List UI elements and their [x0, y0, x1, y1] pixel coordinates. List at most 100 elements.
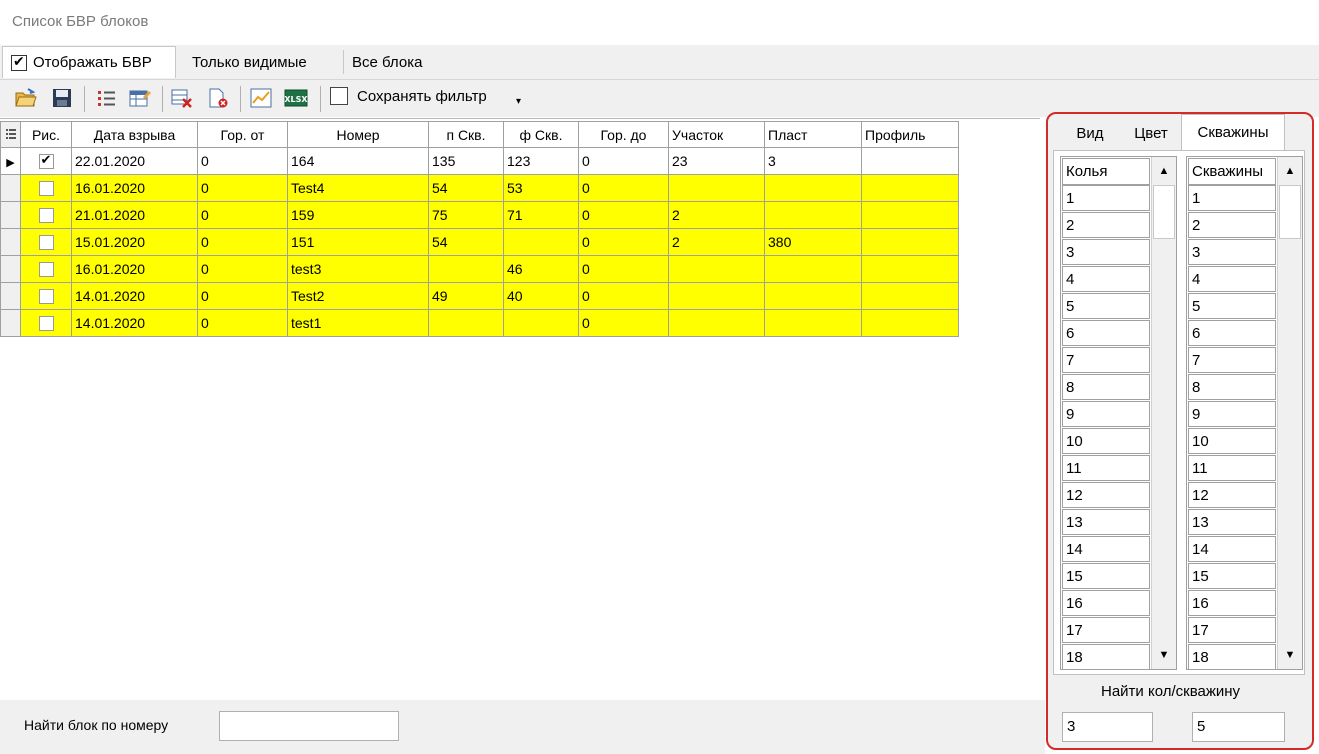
wells-list-item[interactable]: 10 [1188, 428, 1276, 454]
find-block-input[interactable] [219, 711, 399, 741]
cell-date[interactable]: 16.01.2020 [71, 174, 198, 202]
scroll-down-icon[interactable]: ▼ [1278, 642, 1302, 668]
cell-p-skv[interactable]: 49 [428, 282, 504, 310]
cell-number[interactable]: 151 [287, 228, 429, 256]
row-indicator[interactable] [0, 309, 21, 337]
cell-f-skv[interactable]: 71 [503, 201, 579, 229]
cell-profile[interactable] [861, 201, 959, 229]
kolya-list-item[interactable]: 10 [1062, 428, 1150, 454]
kolya-list-item[interactable]: 15 [1062, 563, 1150, 589]
cell-gor-from[interactable]: 0 [197, 228, 288, 256]
kolya-list-item[interactable]: 16 [1062, 590, 1150, 616]
kolya-scrollbar[interactable]: ▲ ▼ [1151, 157, 1176, 669]
cell-date[interactable]: 22.01.2020 [71, 147, 198, 175]
wells-list-item[interactable]: 14 [1188, 536, 1276, 562]
cell-date[interactable]: 14.01.2020 [71, 282, 198, 310]
cell-section[interactable] [668, 309, 765, 337]
wells-list-item[interactable]: 5 [1188, 293, 1276, 319]
open-folder-icon[interactable] [14, 86, 38, 110]
cell-plast[interactable]: 380 [764, 228, 862, 256]
cell-f-skv[interactable]: 53 [503, 174, 579, 202]
cell-date[interactable]: 21.01.2020 [71, 201, 198, 229]
column-header-date[interactable]: Дата взрыва [71, 121, 198, 148]
row-draw-checkbox-cell[interactable] [20, 201, 72, 229]
cell-gor-from[interactable]: 0 [197, 255, 288, 283]
cell-plast[interactable] [764, 255, 862, 283]
row-draw-checkbox-cell[interactable] [20, 174, 72, 202]
cell-profile[interactable] [861, 174, 959, 202]
cell-p-skv[interactable]: 54 [428, 174, 504, 202]
table-row[interactable]: 16.01.2020 0 test3 46 0 [0, 255, 959, 283]
cell-plast[interactable]: 3 [764, 147, 862, 175]
cell-plast[interactable] [764, 309, 862, 337]
column-header-section[interactable]: Участок [668, 121, 765, 148]
show-bvr-checkbox[interactable] [11, 53, 27, 71]
cell-profile[interactable] [861, 282, 959, 310]
save-filter-checkbox[interactable] [330, 87, 348, 105]
tab-view[interactable]: Вид [1060, 118, 1120, 148]
kolya-list[interactable]: Колья 1 2 3 4 5 6 7 8 9 10 11 12 13 14 15 16 17 18 ▲ ▼ [1060, 156, 1177, 670]
column-header-gor-from[interactable]: Гор. от [197, 121, 288, 148]
row-draw-checkbox-cell[interactable] [20, 228, 72, 256]
wells-list-item[interactable]: 3 [1188, 239, 1276, 265]
column-header-number[interactable]: Номер [287, 121, 429, 148]
table-row[interactable]: 21.01.2020 0 159 75 71 0 2 [0, 201, 959, 229]
column-header-f-skv[interactable]: ф Скв. [503, 121, 579, 148]
cell-gor-from[interactable]: 0 [197, 309, 288, 337]
wells-list-item[interactable]: 9 [1188, 401, 1276, 427]
cell-section[interactable]: 2 [668, 201, 765, 229]
tab-show-bvr[interactable]: Отображать БВР [2, 46, 176, 78]
tab-wells[interactable]: Скважины [1181, 114, 1285, 150]
kolya-list-item[interactable]: 3 [1062, 239, 1150, 265]
cell-gor-from[interactable]: 0 [197, 147, 288, 175]
find-kol-input[interactable]: 3 [1062, 712, 1153, 742]
cell-p-skv[interactable]: 135 [428, 147, 504, 175]
row-draw-checkbox-cell[interactable] [20, 255, 72, 283]
wells-list-item[interactable]: 12 [1188, 482, 1276, 508]
wells-list-item[interactable]: 17 [1188, 617, 1276, 643]
wells-list-item[interactable]: 7 [1188, 347, 1276, 373]
cell-p-skv[interactable] [428, 309, 504, 337]
cell-plast[interactable] [764, 174, 862, 202]
cell-section[interactable]: 2 [668, 228, 765, 256]
kolya-list-item[interactable]: 6 [1062, 320, 1150, 346]
row-indicator[interactable] [0, 282, 21, 310]
kolya-list-item[interactable]: 13 [1062, 509, 1150, 535]
row-indicator[interactable] [0, 255, 21, 283]
save-filter-toggle[interactable]: Сохранять фильтр [330, 87, 487, 105]
list-icon[interactable] [94, 86, 118, 110]
find-well-input[interactable]: 5 [1192, 712, 1285, 742]
cell-gor-to[interactable]: 0 [578, 201, 669, 229]
kolya-list-item[interactable]: 12 [1062, 482, 1150, 508]
wells-list-item[interactable]: 2 [1188, 212, 1276, 238]
row-draw-checkbox[interactable] [38, 262, 54, 278]
cell-profile[interactable] [861, 147, 959, 175]
column-header-gor-to[interactable]: Гор. до [578, 121, 669, 148]
kolya-list-item[interactable]: 17 [1062, 617, 1150, 643]
kolya-list-item[interactable]: 14 [1062, 536, 1150, 562]
cell-profile[interactable] [861, 228, 959, 256]
cell-profile[interactable] [861, 255, 959, 283]
kolya-list-item[interactable]: 11 [1062, 455, 1150, 481]
column-header-profile[interactable]: Профиль [861, 121, 959, 148]
cell-f-skv[interactable] [503, 309, 579, 337]
kolya-list-item[interactable]: 9 [1062, 401, 1150, 427]
cell-date[interactable]: 16.01.2020 [71, 255, 198, 283]
wells-list-item[interactable]: 18 [1188, 644, 1276, 669]
table-row[interactable]: 15.01.2020 0 151 54 0 2 380 [0, 228, 959, 256]
kolya-list-item[interactable]: 2 [1062, 212, 1150, 238]
row-indicator[interactable] [0, 174, 21, 202]
row-draw-checkbox[interactable] [38, 152, 54, 170]
scroll-down-icon[interactable]: ▼ [1152, 642, 1176, 668]
column-header-plast[interactable]: Пласт [764, 121, 862, 148]
tab-only-visible[interactable]: Только видимые [184, 46, 315, 78]
cell-p-skv[interactable] [428, 255, 504, 283]
wells-list-item[interactable]: 11 [1188, 455, 1276, 481]
cell-plast[interactable] [764, 201, 862, 229]
cell-gor-to[interactable]: 0 [578, 255, 669, 283]
cell-p-skv[interactable]: 54 [428, 228, 504, 256]
scroll-thumb[interactable] [1153, 185, 1175, 239]
cell-number[interactable]: Test4 [287, 174, 429, 202]
column-header-ris[interactable]: Рис. [20, 121, 72, 148]
row-indicator[interactable] [0, 228, 21, 256]
